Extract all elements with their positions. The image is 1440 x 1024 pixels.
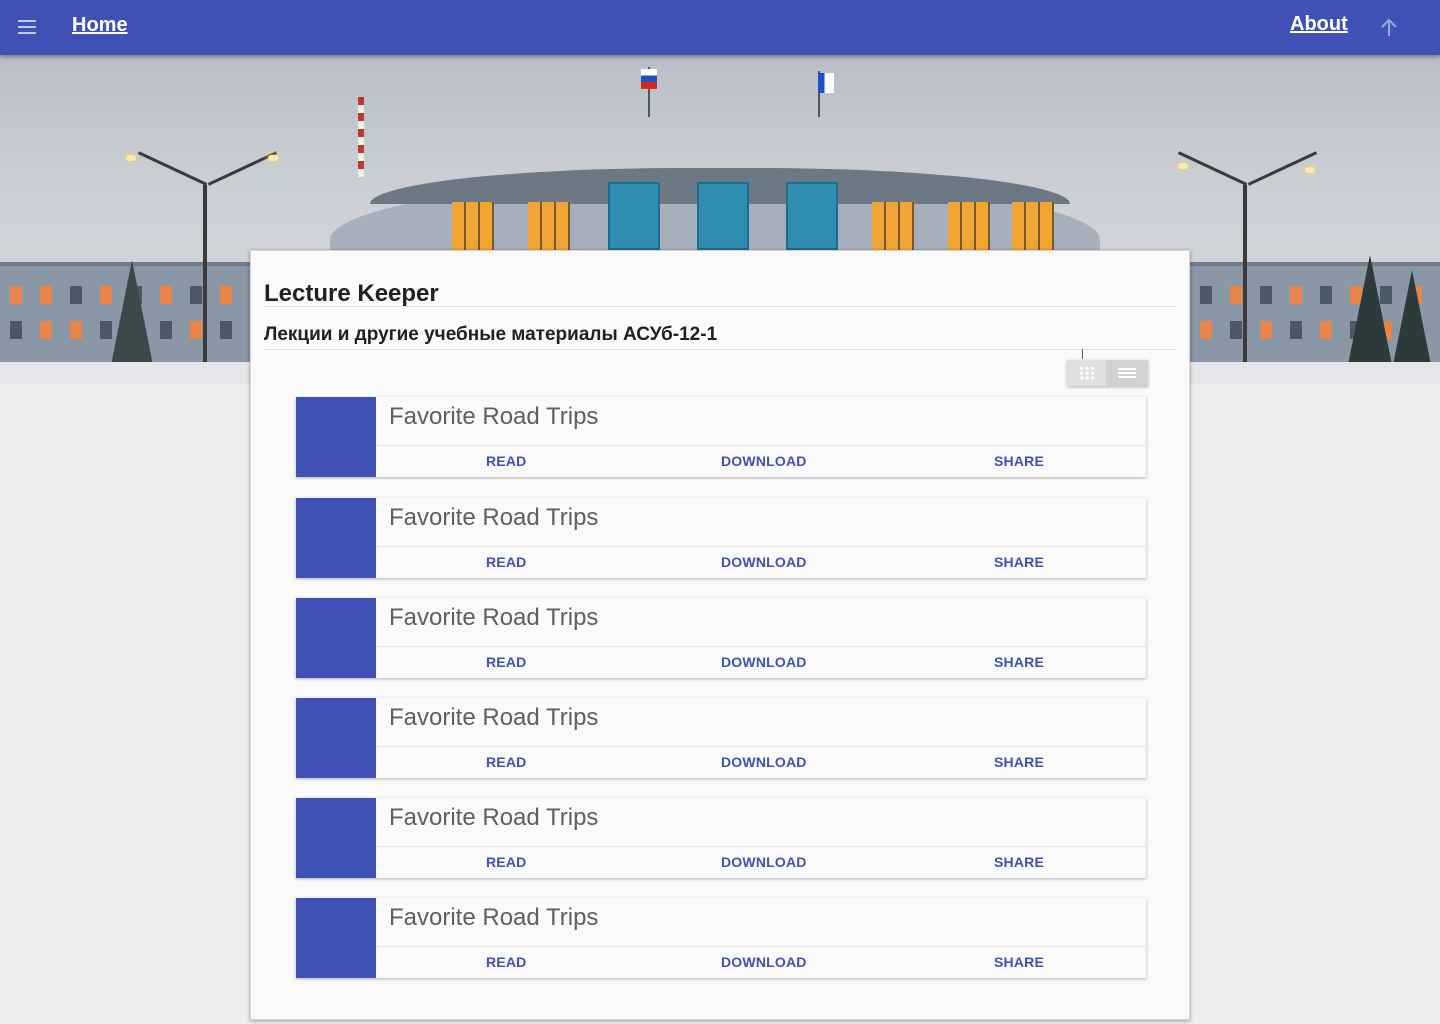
russia-flag-icon xyxy=(641,69,657,89)
download-button[interactable]: DOWNLOAD xyxy=(721,854,807,870)
menu-icon[interactable] xyxy=(18,17,38,37)
item-title: Favorite Road Trips xyxy=(389,904,599,931)
download-button[interactable]: DOWNLOAD xyxy=(721,453,807,469)
download-button[interactable]: DOWNLOAD xyxy=(721,754,807,770)
download-button[interactable]: DOWNLOAD xyxy=(721,554,807,570)
item-title: Favorite Road Trips xyxy=(389,504,599,531)
item-thumbnail xyxy=(296,798,376,878)
lecture-card: Lecture Keeper Лекции и другие учебные м… xyxy=(250,250,1190,1020)
share-button[interactable]: SHARE xyxy=(994,854,1044,870)
item-title: Favorite Road Trips xyxy=(389,403,599,430)
share-button[interactable]: SHARE xyxy=(994,554,1044,570)
item-title: Favorite Road Trips xyxy=(389,604,599,631)
divider xyxy=(376,546,1146,547)
lecture-item: Favorite Road Trips READ DOWNLOAD SHARE xyxy=(296,898,1146,978)
page-title: Lecture Keeper xyxy=(264,280,439,307)
download-button[interactable]: DOWNLOAD xyxy=(721,954,807,970)
divider xyxy=(264,306,1177,307)
read-button[interactable]: READ xyxy=(486,754,526,770)
page-subtitle: Лекции и другие учебные материалы АСУб-1… xyxy=(264,324,718,345)
street-lamp xyxy=(1243,185,1247,384)
lecture-item: Favorite Road Trips READ DOWNLOAD SHARE xyxy=(296,397,1146,477)
banner-image xyxy=(697,182,749,250)
divider xyxy=(376,646,1146,647)
divider xyxy=(376,445,1146,446)
grid-view-icon xyxy=(1079,366,1095,380)
list-view-icon xyxy=(1118,368,1136,378)
banner-image xyxy=(786,182,838,250)
lecture-item: Favorite Road Trips READ DOWNLOAD SHARE xyxy=(296,498,1146,578)
banner-image xyxy=(608,182,660,250)
grid-view-button[interactable] xyxy=(1067,360,1106,386)
share-button[interactable]: SHARE xyxy=(994,954,1044,970)
read-button[interactable]: READ xyxy=(486,954,526,970)
lecture-item: Favorite Road Trips READ DOWNLOAD SHARE xyxy=(296,698,1146,778)
download-button[interactable]: DOWNLOAD xyxy=(721,654,807,670)
nav-about-link[interactable]: About xyxy=(1290,13,1348,36)
arrow-up-icon[interactable] xyxy=(1377,16,1401,40)
share-button[interactable]: SHARE xyxy=(994,754,1044,770)
item-thumbnail xyxy=(296,397,376,477)
item-title: Favorite Road Trips xyxy=(389,804,599,831)
item-thumbnail xyxy=(296,598,376,678)
share-button[interactable]: SHARE xyxy=(994,654,1044,670)
share-button[interactable]: SHARE xyxy=(994,453,1044,469)
divider xyxy=(376,746,1146,747)
item-thumbnail xyxy=(296,498,376,578)
read-button[interactable]: READ xyxy=(486,854,526,870)
region-flag-icon xyxy=(818,73,834,93)
lecture-item: Favorite Road Trips READ DOWNLOAD SHARE xyxy=(296,798,1146,878)
app-bar: Home About xyxy=(0,0,1440,55)
read-button[interactable]: READ xyxy=(486,453,526,469)
nav-home-link[interactable]: Home xyxy=(72,14,128,37)
read-button[interactable]: READ xyxy=(486,554,526,570)
view-toggle xyxy=(1067,360,1148,386)
item-thumbnail xyxy=(296,898,376,978)
divider-tick xyxy=(1082,349,1083,359)
divider xyxy=(264,349,1177,350)
street-lamp xyxy=(203,185,207,384)
tree xyxy=(1348,255,1392,365)
read-button[interactable]: READ xyxy=(486,654,526,670)
divider xyxy=(376,846,1146,847)
divider xyxy=(376,946,1146,947)
lecture-item: Favorite Road Trips READ DOWNLOAD SHARE xyxy=(296,598,1146,678)
radio-mast xyxy=(358,97,364,177)
list-view-button[interactable] xyxy=(1106,360,1148,386)
item-thumbnail xyxy=(296,698,376,778)
item-title: Favorite Road Trips xyxy=(389,704,599,731)
tree xyxy=(110,260,154,370)
